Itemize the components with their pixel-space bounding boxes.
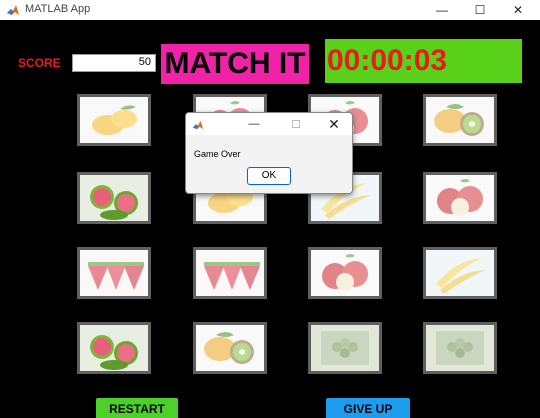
score-field: 50	[72, 54, 156, 72]
window-minimize-button[interactable]: —	[422, 0, 462, 20]
game-area: SCORE 50 MATCH IT 00:00:03 RESTART GIVE …	[0, 20, 540, 418]
card-guava[interactable]	[77, 172, 151, 224]
grapes-image	[311, 325, 379, 371]
game-title: MATCH IT	[161, 44, 309, 84]
guava-image	[80, 325, 148, 371]
card-guava[interactable]	[77, 322, 151, 374]
mango-image	[80, 97, 148, 143]
card-mango[interactable]	[77, 94, 151, 146]
dialog-titlebar: — ☐ ✕	[186, 113, 352, 135]
card-grapes[interactable]	[423, 322, 497, 374]
banana-image	[426, 250, 494, 296]
card-strawberry[interactable]	[193, 247, 267, 299]
dialog-maximize-button[interactable]: ☐	[286, 115, 306, 133]
game-over-dialog: — ☐ ✕ Game Over OK	[185, 112, 353, 194]
window-titlebar: MATLAB App — ☐ ✕	[0, 0, 540, 20]
score-label: SCORE	[18, 56, 61, 70]
strawberry-image	[80, 250, 148, 296]
card-apple[interactable]	[308, 247, 382, 299]
ok-button[interactable]: OK	[247, 167, 291, 185]
card-apple[interactable]	[423, 172, 497, 224]
card-banana[interactable]	[423, 247, 497, 299]
timer-display: 00:00:03	[325, 39, 522, 83]
dialog-minimize-button[interactable]: —	[244, 115, 264, 133]
card-mango-kiwi[interactable]	[423, 94, 497, 146]
matlab-icon	[6, 3, 20, 17]
grapes-image	[426, 325, 494, 371]
guava-image	[80, 175, 148, 221]
card-mango-kiwi[interactable]	[193, 322, 267, 374]
window-close-button[interactable]: ✕	[498, 0, 538, 20]
restart-button[interactable]: RESTART	[96, 398, 178, 418]
matlab-icon	[192, 118, 204, 130]
window-title: MATLAB App	[25, 3, 91, 15]
give-up-button[interactable]: GIVE UP	[326, 398, 410, 418]
apple-image	[426, 175, 494, 221]
card-strawberry[interactable]	[77, 247, 151, 299]
apple-image	[311, 250, 379, 296]
strawberry-image	[196, 250, 264, 296]
mango-kiwi-image	[196, 325, 264, 371]
dialog-close-button[interactable]: ✕	[324, 115, 344, 133]
window-maximize-button[interactable]: ☐	[460, 0, 500, 20]
mango-kiwi-image	[426, 97, 494, 143]
card-grapes[interactable]	[308, 322, 382, 374]
dialog-message: Game Over	[194, 149, 241, 159]
